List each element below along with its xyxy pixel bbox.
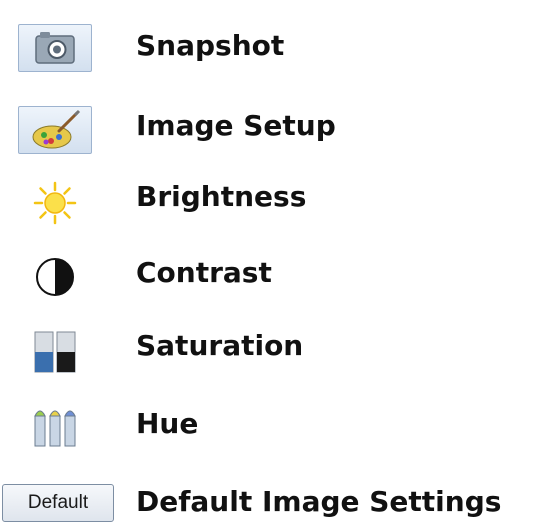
contrast-row: Contrast bbox=[0, 247, 541, 307]
hue-row: Hue bbox=[0, 396, 541, 456]
contrast-icon bbox=[36, 258, 74, 296]
image-setup-row: Image Setup bbox=[0, 98, 541, 158]
saturation-icon bbox=[34, 331, 76, 373]
image-setup-label: Image Setup bbox=[136, 109, 336, 142]
brightness-label: Brightness bbox=[136, 180, 307, 213]
hue-icon bbox=[34, 410, 76, 447]
hue-label: Hue bbox=[136, 407, 199, 440]
camera-icon bbox=[35, 32, 75, 64]
snapshot-row: Snapshot bbox=[0, 18, 541, 78]
contrast-label: Contrast bbox=[136, 256, 272, 289]
default-button[interactable]: Default bbox=[2, 484, 114, 522]
snapshot-label: Snapshot bbox=[136, 29, 285, 62]
palette-icon bbox=[32, 109, 81, 149]
saturation-row: Saturation bbox=[0, 320, 541, 380]
saturation-label: Saturation bbox=[136, 329, 304, 362]
image-setup-button[interactable] bbox=[18, 106, 92, 154]
sun-icon bbox=[33, 181, 77, 225]
default-image-settings-label: Default Image Settings bbox=[136, 485, 502, 518]
snapshot-button[interactable] bbox=[18, 24, 92, 72]
brightness-row: Brightness bbox=[0, 171, 541, 231]
